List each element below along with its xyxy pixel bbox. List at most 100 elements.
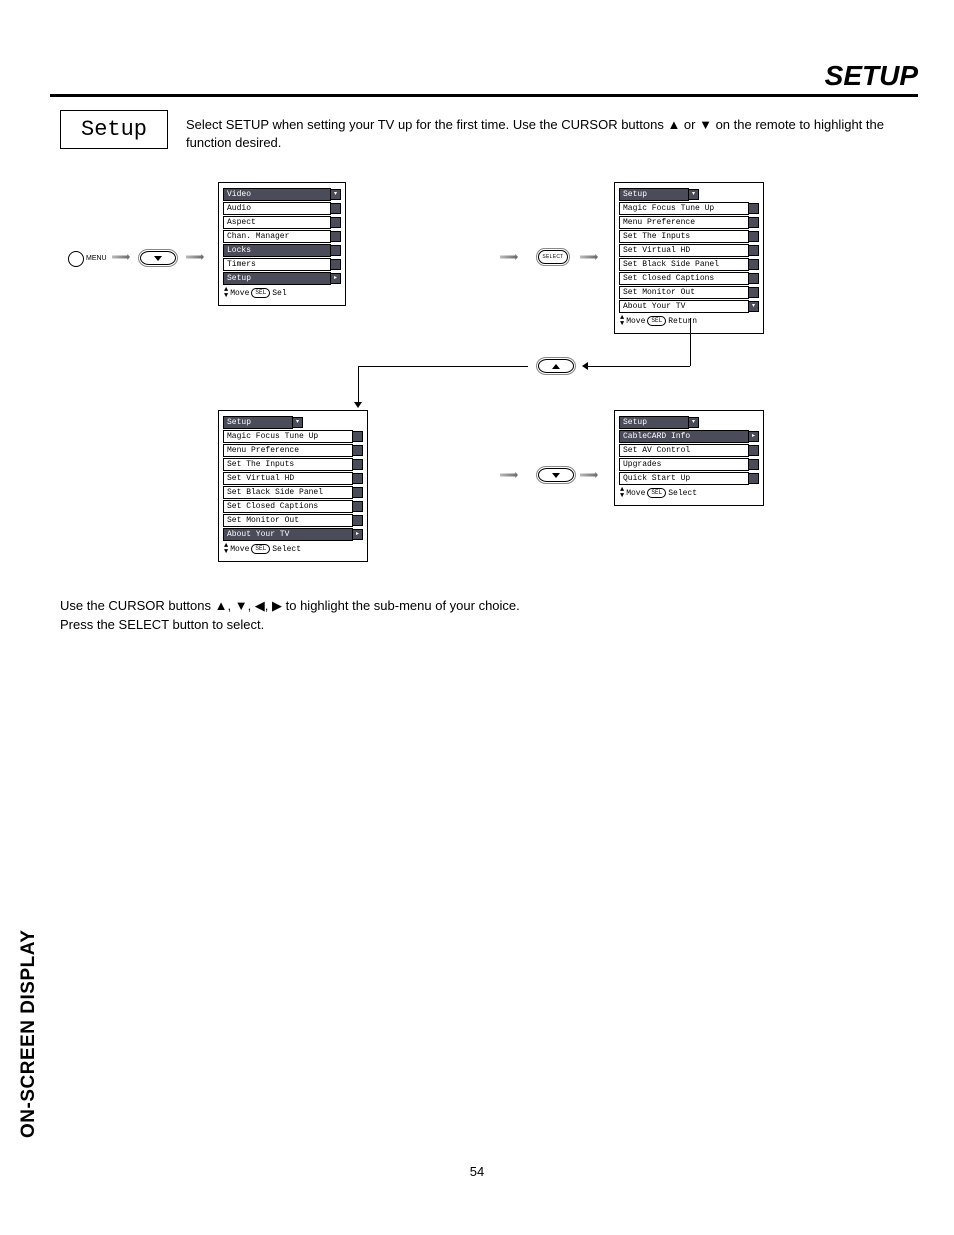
osd-hint: ▲▼ Move SEL Select bbox=[224, 543, 362, 555]
end-block-icon bbox=[330, 203, 341, 214]
end-block-icon bbox=[748, 459, 759, 470]
end-block-icon bbox=[748, 231, 759, 242]
sel-button-icon: SEL bbox=[251, 544, 270, 554]
page-header: SETUP bbox=[50, 60, 918, 97]
osd-main-menu: Video▾ Audio Aspect Chan. Manager Locks … bbox=[218, 182, 346, 306]
arrow-right-icon bbox=[580, 472, 598, 478]
intro-paragraph: Select SETUP when setting your TV up for… bbox=[186, 116, 918, 152]
end-block-icon bbox=[748, 259, 759, 270]
flow-line bbox=[586, 366, 690, 367]
menu-button-circle-icon bbox=[68, 251, 84, 267]
menu-item: Set Closed Captions bbox=[619, 272, 749, 285]
arrow-icon bbox=[500, 254, 518, 260]
end-block-icon bbox=[330, 217, 341, 228]
arrow-left-icon bbox=[582, 362, 588, 370]
menu-item: Set Closed Captions bbox=[223, 500, 353, 513]
updown-icon: ▲▼ bbox=[224, 543, 228, 555]
cursor-down-button bbox=[538, 468, 574, 482]
end-block-icon bbox=[748, 273, 759, 284]
hint-action: Return bbox=[668, 317, 697, 326]
cursor-up-button bbox=[538, 359, 574, 373]
scroll-right-icon: ▸ bbox=[748, 431, 759, 442]
hint-action: Sel bbox=[272, 289, 286, 298]
arrow-down-icon: ▾ bbox=[330, 189, 341, 200]
scroll-indicator-icon: ▾ bbox=[748, 301, 759, 312]
menu-item: Locks bbox=[223, 244, 331, 257]
menu-item-selected: Setup bbox=[223, 272, 331, 285]
flow-line bbox=[358, 366, 528, 367]
menu-item: Set Monitor Out bbox=[223, 514, 353, 527]
triangle-up-icon bbox=[552, 364, 560, 369]
menu-title: Setup bbox=[619, 188, 689, 201]
end-block-icon bbox=[352, 487, 363, 498]
arrow-icon bbox=[112, 254, 130, 260]
menu-item: Upgrades bbox=[619, 458, 749, 471]
page-number: 54 bbox=[0, 1164, 954, 1179]
page-number-text: 54 bbox=[470, 1164, 484, 1179]
cursor-down-button bbox=[140, 251, 176, 265]
menu-title: Setup bbox=[619, 416, 689, 429]
menu-item: Aspect bbox=[223, 216, 331, 229]
arrow-right-icon bbox=[580, 254, 598, 260]
end-block-icon bbox=[352, 431, 363, 442]
end-block-icon bbox=[748, 287, 759, 298]
end-block-icon bbox=[352, 445, 363, 456]
end-block-icon bbox=[748, 445, 759, 456]
menu-item: About Your TV bbox=[619, 300, 749, 313]
footer-line-1: Use the CURSOR buttons ▲, ▼, ◀, ▶ to hig… bbox=[60, 597, 520, 616]
arrow-icon bbox=[500, 472, 518, 478]
menu-item: Magic Focus Tune Up bbox=[223, 430, 353, 443]
arrow-right-icon bbox=[186, 254, 204, 260]
menu-item: Quick Start Up bbox=[619, 472, 749, 485]
menu-item: Set Virtual HD bbox=[223, 472, 353, 485]
arrow-down-icon: ▾ bbox=[688, 189, 699, 200]
menu-item: Set Black Side Panel bbox=[619, 258, 749, 271]
arrow-down-icon: ▾ bbox=[688, 417, 699, 428]
menu-item: Set The Inputs bbox=[223, 458, 353, 471]
end-block-icon bbox=[352, 501, 363, 512]
menu-button-label: MENU bbox=[86, 255, 107, 262]
osd-hint: ▲▼ Move SEL Sel bbox=[224, 287, 340, 299]
arrow-right-icon: ▸ bbox=[330, 273, 341, 284]
setup-heading-box: Setup bbox=[60, 110, 168, 149]
sel-button-icon: SEL bbox=[647, 488, 666, 498]
menu-item: Audio bbox=[223, 202, 331, 215]
hint-move: Move bbox=[230, 289, 249, 298]
select-button-label: SELECT bbox=[542, 254, 563, 260]
select-button-icon: SELECT bbox=[538, 250, 568, 264]
end-block-icon bbox=[352, 473, 363, 484]
select-button: SELECT bbox=[538, 250, 568, 264]
intro-text: Select SETUP when setting your TV up for… bbox=[186, 117, 884, 150]
menu-item: Timers bbox=[223, 258, 331, 271]
menu-item: Chan. Manager bbox=[223, 230, 331, 243]
flow-line bbox=[358, 366, 359, 404]
side-label-text: ON-SCREEN DISPLAY bbox=[18, 930, 39, 1138]
oval-button-icon bbox=[140, 251, 176, 265]
sel-button-icon: SEL bbox=[647, 316, 666, 326]
arrow-icon bbox=[580, 254, 598, 260]
menu-item: Magic Focus Tune Up bbox=[619, 202, 749, 215]
hint-move: Move bbox=[626, 489, 645, 498]
end-block-icon bbox=[330, 231, 341, 242]
menu-item: Video bbox=[223, 188, 331, 201]
menu-item: Menu Preference bbox=[619, 216, 749, 229]
menu-button-graphic: MENU bbox=[68, 250, 107, 268]
scroll-right-icon: ▸ bbox=[352, 529, 363, 540]
arrow-down-icon: ▾ bbox=[292, 417, 303, 428]
end-block-icon bbox=[748, 217, 759, 228]
menu-item-selected: About Your TV bbox=[223, 528, 353, 541]
menu-item: Set AV Control bbox=[619, 444, 749, 457]
hint-move: Move bbox=[626, 317, 645, 326]
menu-item: Set Monitor Out bbox=[619, 286, 749, 299]
side-section-label: ON-SCREEN DISPLAY bbox=[18, 930, 40, 1138]
osd-hint: ▲▼ Move SEL Select bbox=[620, 487, 758, 499]
osd-hint: ▲▼ Move SEL Return bbox=[620, 315, 758, 327]
triangle-down-icon bbox=[552, 473, 560, 478]
oval-button-icon bbox=[538, 359, 574, 373]
arrow-right-icon bbox=[500, 472, 518, 478]
updown-icon: ▲▼ bbox=[620, 315, 624, 327]
osd-setup-menu-3: Setup▾ CableCARD Info▸ Set AV Control Up… bbox=[614, 410, 764, 506]
triangle-down-icon bbox=[154, 256, 162, 261]
end-block-icon bbox=[748, 473, 759, 484]
end-block-icon bbox=[330, 245, 341, 256]
